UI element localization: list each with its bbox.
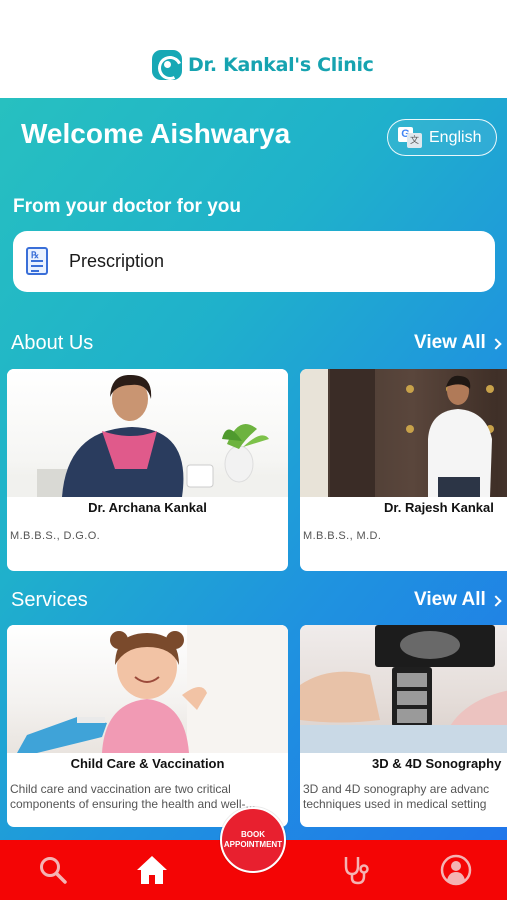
service-desc-line: Child care and vaccination are two criti… (10, 782, 231, 796)
stethoscope-icon (344, 857, 369, 885)
brand: Dr. Kankal's Clinic (152, 50, 374, 80)
search-icon (40, 857, 67, 884)
about-view-all-label: View All (414, 332, 486, 353)
service-name: 3D & 4D Sonography (372, 756, 502, 771)
doctor-name: Dr. Rajesh Kankal (384, 500, 494, 515)
main-content[interactable]: Welcome Aishwarya G 文 English From your … (0, 98, 507, 840)
doctor-card[interactable]: Dr. Archana Kankal M.B.B.S., D.G.O. (7, 369, 288, 571)
top-bar: Dr. Kankal's Clinic (0, 0, 507, 98)
services-view-all-link[interactable]: View All (414, 589, 502, 611)
nav-search[interactable] (33, 840, 73, 900)
doctor-section-title: From your doctor for you (13, 196, 241, 217)
chevron-right-icon (490, 337, 502, 350)
doctor-qualification: M.B.B.S., M.D. (303, 530, 382, 542)
book-label-line: BOOK (240, 830, 265, 839)
nav-home[interactable] (132, 840, 172, 900)
translate-icon: G 文 (398, 126, 422, 149)
services-view-all-label: View All (414, 589, 486, 610)
service-photo (7, 625, 288, 753)
doctor-qualification: M.B.B.S., D.G.O. (10, 530, 101, 542)
service-description: 3D and 4D sonography are advanc techniqu… (303, 782, 507, 812)
doctor-name: Dr. Archana Kankal (88, 500, 207, 515)
doctor-photo (300, 369, 507, 497)
about-title: About Us (11, 332, 94, 354)
language-label: English (429, 128, 482, 146)
service-name: Child Care & Vaccination (70, 756, 225, 771)
prescription-label: Prescription (69, 251, 165, 271)
chevron-right-icon (490, 594, 502, 607)
service-desc-line: 3D and 4D sonography are advanc (303, 782, 490, 796)
clinic-logo-icon (152, 50, 182, 80)
service-card[interactable]: Child Care & Vaccination Child care and … (7, 625, 288, 827)
about-view-all-link[interactable]: View All (414, 332, 502, 354)
welcome-title: Welcome Aishwarya (21, 118, 291, 149)
brand-name: Dr. Kankal's Clinic (188, 54, 374, 76)
service-card[interactable]: 3D & 4D Sonography 3D and 4D sonography … (300, 625, 507, 827)
book-label-line: APPOINTMENT (223, 840, 283, 849)
home-icon (137, 856, 167, 884)
prescription-icon: ℞ (26, 246, 52, 277)
service-photo (300, 625, 507, 753)
service-desc-line: techniques used in medical setting (303, 797, 487, 811)
prescription-card[interactable]: ℞ Prescription (13, 231, 495, 292)
profile-icon (440, 854, 472, 886)
nav-doctors[interactable] (336, 840, 376, 900)
nav-profile[interactable] (436, 840, 476, 900)
doctor-photo (7, 369, 288, 497)
book-appointment-label: BOOK APPOINTMENT (224, 830, 282, 850)
doctor-card[interactable]: Dr. Rajesh Kankal M.B.B.S., M.D. (300, 369, 507, 571)
book-appointment-button[interactable]: BOOK APPOINTMENT (220, 807, 286, 873)
language-button[interactable]: G 文 English (387, 119, 497, 156)
services-title: Services (11, 589, 88, 611)
